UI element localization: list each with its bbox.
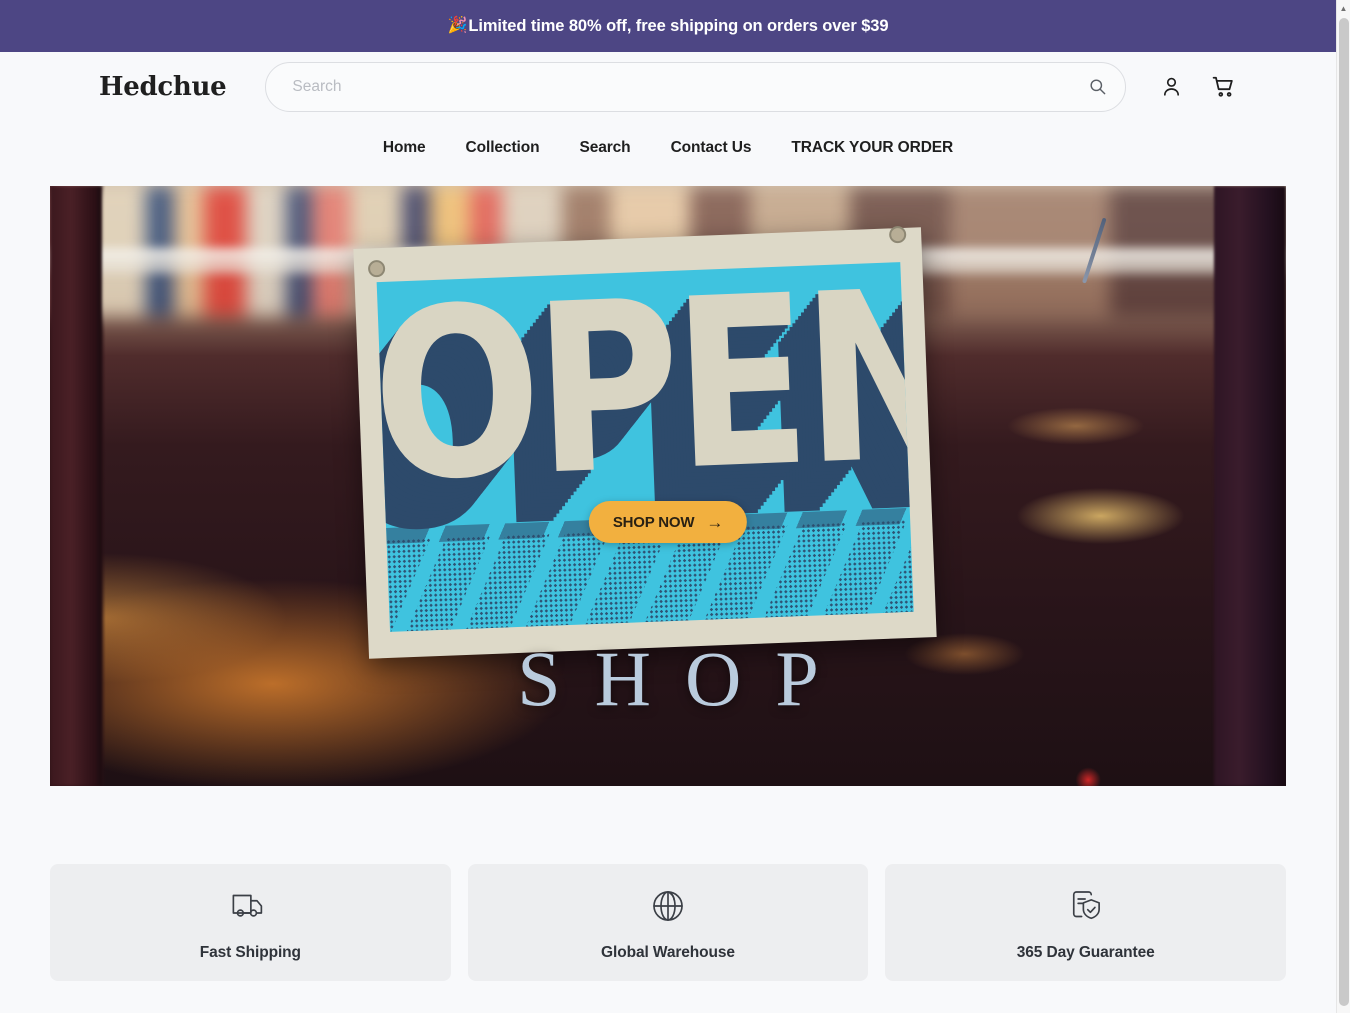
search-submit-button[interactable] [1082, 72, 1112, 102]
globe-icon [646, 884, 690, 928]
value-prop-card-fast-shipping[interactable]: Fast Shipping [50, 864, 451, 981]
nav-item-track-your-order[interactable]: TRACK YOUR ORDER [771, 131, 973, 165]
account-button[interactable] [1154, 70, 1188, 104]
value-prop-label: Global Warehouse [601, 943, 735, 961]
header-icon-group [1154, 70, 1240, 104]
scrollbar-up-arrow[interactable]: ▲ [1337, 0, 1350, 16]
page-scrollbar[interactable]: ▲ [1336, 0, 1350, 1013]
nav-item-contact-us[interactable]: Contact Us [651, 131, 772, 165]
hero-banner[interactable]: OPEN SHOP SHOP NOW → [50, 186, 1286, 786]
party-popper-icon: 🎉 [447, 17, 468, 34]
search-container [265, 61, 1126, 112]
nav-item-collection[interactable]: Collection [446, 131, 560, 165]
sign-inner-panel: OPEN [376, 262, 914, 632]
value-prop-card-global-warehouse[interactable]: Global Warehouse [467, 864, 869, 981]
page-content: 🎉 Limited time 80% off, free shipping on… [0, 0, 1336, 1013]
delivery-truck-icon [228, 884, 272, 928]
cart-button[interactable] [1206, 70, 1240, 104]
main-navigation: Home Collection Search Contact Us TRACK … [0, 121, 1336, 174]
hero-door-frame-left [50, 186, 102, 786]
nav-item-home[interactable]: Home [363, 131, 446, 165]
search-icon [1089, 79, 1105, 95]
hero-door-frame-right [1214, 186, 1286, 786]
arrow-right-icon: → [706, 512, 724, 532]
browser-viewport: 🎉 Limited time 80% off, free shipping on… [0, 0, 1350, 1013]
announcement-bar: 🎉 Limited time 80% off, free shipping on… [0, 0, 1336, 52]
shop-now-label: SHOP NOW [612, 513, 695, 531]
announcement-text: Limited time 80% off, free shipping on o… [468, 16, 889, 35]
value-prop-label: 365 Day Guarantee [1016, 943, 1155, 961]
open-sign: OPEN [353, 217, 1107, 659]
account-icon [1163, 77, 1179, 96]
scrollbar-thumb[interactable] [1339, 18, 1349, 1006]
value-prop-label: Fast Shipping [199, 943, 301, 961]
cart-icon [1212, 76, 1233, 97]
value-prop-card-365-day-guarantee[interactable]: 365 Day Guarantee [885, 864, 1287, 981]
nav-item-search[interactable]: Search [559, 131, 650, 165]
search-input[interactable] [265, 61, 1126, 112]
value-props-row: Fast Shipping Global Warehouse 365 Day G… [0, 786, 1336, 981]
shop-now-button[interactable]: SHOP NOW → [588, 501, 748, 543]
sign-board: OPEN [353, 227, 937, 659]
site-logo[interactable]: Hedchue [99, 72, 227, 102]
document-shield-check-icon [1064, 884, 1108, 928]
site-header: Hedchue [0, 52, 1336, 121]
sign-open-text: OPEN [376, 262, 914, 534]
